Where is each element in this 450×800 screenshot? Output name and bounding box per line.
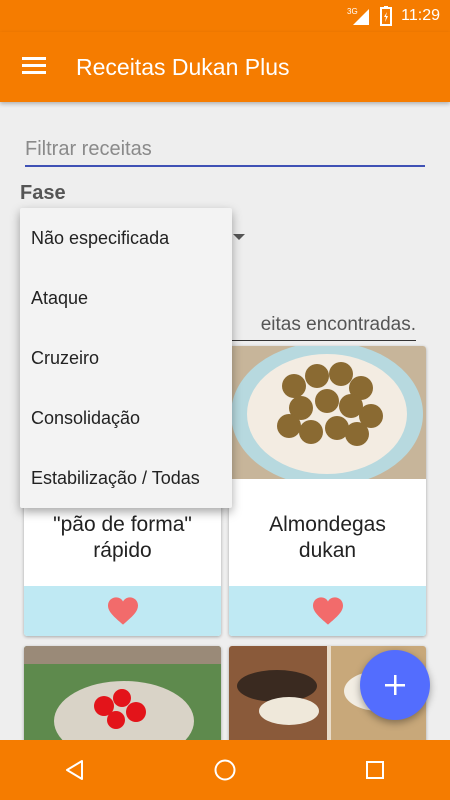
svg-text:3G: 3G xyxy=(347,7,358,16)
battery-icon xyxy=(380,6,393,26)
heart-icon[interactable] xyxy=(106,596,140,626)
phase-option[interactable]: Não especificada xyxy=(20,208,232,268)
recipe-image xyxy=(24,646,221,746)
recipe-image xyxy=(229,346,426,479)
recipe-title: "pão de forma" rápido xyxy=(53,513,192,562)
recipe-title: Almondegas dukan xyxy=(269,513,386,562)
status-bar: 3G 11:29 xyxy=(0,0,450,32)
heart-icon[interactable] xyxy=(311,596,345,626)
phase-option[interactable]: Estabilização / Todas xyxy=(20,448,232,508)
status-icons: 3G 11:29 xyxy=(347,6,440,26)
home-icon[interactable] xyxy=(213,758,237,782)
back-icon[interactable] xyxy=(63,758,87,782)
phase-label: Fase xyxy=(20,182,66,204)
app-title: Receitas Dukan Plus xyxy=(76,54,290,80)
recents-icon[interactable] xyxy=(363,758,387,782)
phase-dropdown-menu: Não especificada Ataque Cruzeiro Consoli… xyxy=(20,208,232,508)
phase-option[interactable]: Cruzeiro xyxy=(20,328,232,388)
recipe-card[interactable]: Almondegas dukan xyxy=(229,346,426,636)
signal-icon: 3G xyxy=(347,7,370,25)
dropdown-arrow-icon[interactable] xyxy=(233,234,245,240)
status-time: 11:29 xyxy=(401,7,440,24)
phase-option[interactable]: Consolidação xyxy=(20,388,232,448)
app-bar: Receitas Dukan Plus xyxy=(0,32,450,102)
filter-recipes-input[interactable] xyxy=(25,133,425,167)
hamburger-menu-icon[interactable] xyxy=(22,55,48,77)
recipe-card[interactable] xyxy=(24,646,221,746)
navigation-bar xyxy=(0,740,450,800)
favorite-bar[interactable] xyxy=(229,586,426,636)
phase-option[interactable]: Ataque xyxy=(20,268,232,328)
favorite-bar[interactable] xyxy=(24,586,221,636)
add-recipe-button[interactable] xyxy=(360,650,430,720)
plus-icon xyxy=(385,675,405,695)
